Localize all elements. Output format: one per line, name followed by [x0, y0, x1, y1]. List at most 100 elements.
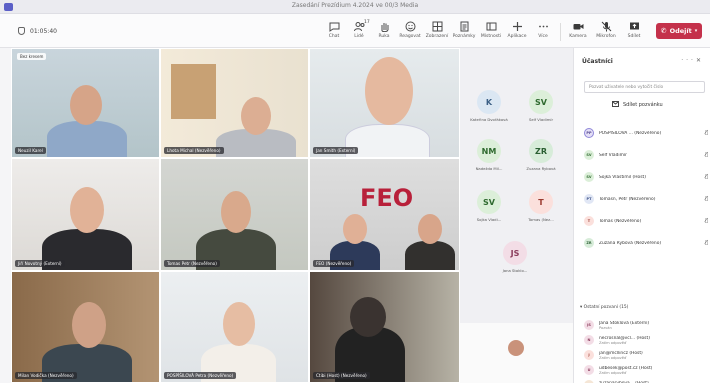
- mic-muted-icon: 🎙̸: [704, 130, 708, 136]
- camera-button[interactable]: Kamera: [564, 21, 592, 39]
- participant-figure: [72, 302, 106, 348]
- view-button[interactable]: Zobrazení: [423, 21, 451, 39]
- participant-row[interactable]: SV Sojka Vlastimil (Host) 🎙̸: [584, 170, 708, 184]
- more-button[interactable]: Více: [529, 21, 557, 39]
- video-tile[interactable]: Lhota Michal (Nezvěřeno): [160, 48, 309, 158]
- more-options-icon[interactable]: ···: [681, 57, 696, 64]
- invite-search-input[interactable]: Pozvat uživatele nebo vytočit číslo: [584, 81, 705, 93]
- invitee-status: Pozván: [599, 325, 612, 330]
- invited-row[interactable]: Uudbesek@post.cz (Host) Zatím odpověď: [584, 363, 708, 377]
- shield-icon: [18, 27, 25, 35]
- self-view[interactable]: [460, 323, 573, 383]
- apps-icon: [512, 21, 523, 32]
- notes-label: Poznámky: [452, 34, 476, 39]
- tile-name: Jan Smith (Externí): [313, 147, 359, 154]
- avatar-initials: NM: [481, 146, 497, 156]
- rooms-label: Místnosti: [480, 34, 502, 39]
- participant-row[interactable]: T Tomas (Nezvěřeno) 🎙̸: [584, 214, 708, 228]
- share-label: Sdílet: [627, 34, 641, 39]
- raise-hand-button[interactable]: Ruka: [370, 21, 398, 39]
- participant-row[interactable]: PT Tomasn, Petr (Nezvěřeno) 🎙̸: [584, 192, 708, 206]
- mic-muted-icon: 🎙̸: [704, 196, 708, 202]
- mic-muted-icon: 🎙̸: [704, 152, 708, 158]
- avatar-gallery: K Kateřina Dvořáková SV Self Vladimír NM…: [460, 48, 573, 383]
- video-tile[interactable]: POSPÍŠILOVÁ Petra (Nezvěřeno): [160, 271, 309, 383]
- people-count-badge: 17: [364, 20, 370, 25]
- avatar-label: Zuzana Rybová: [526, 166, 556, 171]
- mic-label: Mikrofon: [596, 34, 616, 39]
- avatar[interactable]: T: [529, 190, 553, 214]
- feo-logo: FEO: [360, 184, 414, 212]
- avatar[interactable]: NM: [477, 139, 501, 163]
- rooms-button[interactable]: Místnosti: [477, 21, 505, 39]
- invited-row[interactable]: Nnecrosnal@vcl... (Host) Zatím odpověď: [584, 333, 708, 347]
- invited-section-header[interactable]: ▾ Ostatní pozvaní (15): [580, 305, 628, 310]
- invitee-avatar: J: [584, 350, 594, 360]
- video-tile[interactable]: Jiří Novotný (Externí): [11, 158, 160, 271]
- share-screen-icon: [629, 21, 640, 32]
- participant-name: Zuzana Rybová (Nezvěřeno): [599, 240, 662, 246]
- tile-stamp: Bez kresem: [17, 53, 47, 60]
- more-label: Více: [538, 34, 548, 39]
- participant-row[interactable]: SV Self Vladimír 🎙̸: [584, 148, 708, 162]
- participant-avatar: SV: [584, 150, 594, 160]
- invitee-avatar: N: [584, 335, 594, 345]
- participant-avatar: ZR: [584, 238, 594, 248]
- participant-row[interactable]: ZR Zuzana Rybová (Nezvěřeno) 🎙̸: [584, 236, 708, 250]
- apps-button[interactable]: Aplikace: [503, 21, 531, 39]
- avatar-label: Self Vladimír: [528, 117, 554, 122]
- leave-button[interactable]: ✆ Odejít ▾: [656, 23, 702, 39]
- invitee-avatar: U: [584, 365, 594, 375]
- avatar[interactable]: ZR: [529, 139, 553, 163]
- panel-actions: ···✕: [681, 57, 704, 64]
- participant-figure: [350, 297, 386, 337]
- invitee-name-text: Jana Stoklová (Externí): [599, 320, 650, 326]
- mic-button[interactable]: Mikrofon: [592, 21, 620, 39]
- notes-button[interactable]: Poznámky: [450, 21, 478, 39]
- emoji-icon: [405, 21, 416, 32]
- phone-icon: ✆: [660, 27, 667, 35]
- people-button[interactable]: 17 Lidé: [345, 20, 373, 39]
- leave-label: Odejít: [669, 27, 692, 35]
- invitee-name-text: necrosnal@vcl... (Host): [599, 335, 650, 341]
- invitee-name: jan@mcllincz (Host) Zatím odpověď: [599, 351, 708, 360]
- avatar-initials: ZR: [535, 146, 547, 156]
- video-tile[interactable]: Bez kresem Neuzil Karel: [11, 48, 160, 158]
- invitee-name: necrosnal@vcl... (Host) Zatím odpověď: [599, 336, 708, 345]
- video-tile[interactable]: FEO FEO (Nezvěřeno): [309, 158, 460, 271]
- chevron-down-icon: ▾: [694, 28, 698, 34]
- participant-name: Sojka Vlastimil (Host): [599, 174, 646, 180]
- teams-meeting-window: Zasedání Prezídium 4.2024 ve 00/3 Media …: [0, 0, 710, 383]
- invitee-status: Zatím odpověď: [599, 340, 627, 345]
- self-avatar: [508, 340, 524, 356]
- invited-row[interactable]: Jjan@mcllincz (Host) Zatím odpověď: [584, 348, 708, 362]
- avatar-initials: K: [485, 97, 493, 107]
- video-tile[interactable]: Tomas Petr (Nezvěřeno): [160, 158, 309, 271]
- invited-row[interactable]: JS Jana Stoklová (Externí) Pozván: [584, 318, 708, 332]
- video-tile[interactable]: Jan Smith (Externí): [309, 48, 460, 158]
- avatar[interactable]: SV: [477, 190, 501, 214]
- chat-button[interactable]: Chat: [320, 21, 348, 39]
- video-tile[interactable]: Milan Vodička (Nezvěřeno): [11, 271, 160, 383]
- share-invite-icon: [612, 101, 619, 109]
- avatar[interactable]: K: [477, 90, 501, 114]
- participant-figure: [70, 85, 102, 125]
- meeting-toolbar: 01:05:40 Chat 17 Lidé Ruka Reagovat Zobr…: [0, 14, 710, 48]
- invitee-status: Zatím odpověď: [599, 370, 627, 375]
- share-invite-button[interactable]: Sdílet pozvánku: [612, 101, 663, 109]
- participant-figure: [405, 241, 455, 270]
- close-icon[interactable]: ✕: [696, 57, 704, 64]
- avatar-initials: JS: [510, 248, 520, 258]
- people-label: Lidé: [354, 34, 364, 39]
- avatar[interactable]: SV: [529, 90, 553, 114]
- participant-row[interactable]: PP POSPÍŠILOVÁ ... (Nezvěřeno) 🎙̸: [584, 126, 708, 140]
- avatar-initials: T: [538, 197, 544, 207]
- invited-row[interactable]: Zzuzanarybova... (Host)Zatím odpověď: [584, 378, 708, 383]
- tile-name: FEO (Nezvěřeno): [313, 260, 355, 267]
- avatar[interactable]: JS: [503, 241, 527, 265]
- camera-label: Kamera: [569, 34, 587, 39]
- raise-hand-label: Ruka: [378, 34, 390, 39]
- react-button[interactable]: Reagovat: [396, 21, 424, 39]
- video-tile[interactable]: Ctibi (Host) (Nezvěřeno): [309, 271, 460, 383]
- share-button[interactable]: Sdílet: [620, 21, 648, 39]
